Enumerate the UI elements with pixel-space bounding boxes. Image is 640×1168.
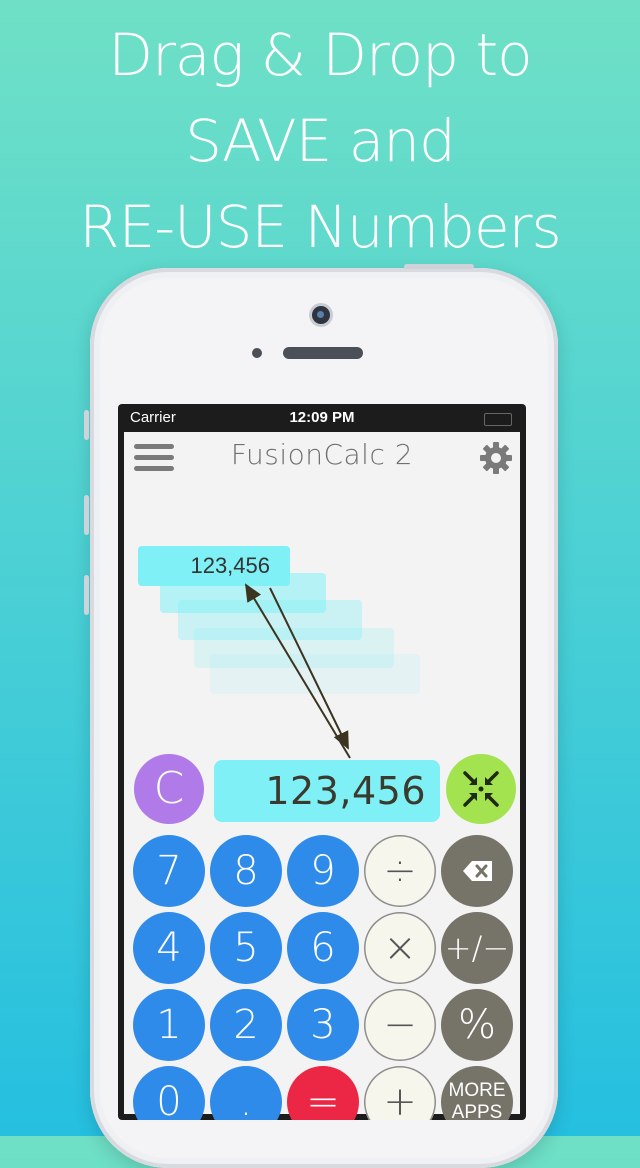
headline-line-2: SAVE and [185, 107, 456, 175]
nav-bar: FusionCalc 2 [124, 432, 520, 488]
earpiece-speaker [283, 347, 363, 359]
more-apps-line-2: APPS [451, 1102, 503, 1120]
backspace-button[interactable] [441, 835, 513, 907]
mute-switch [84, 410, 89, 440]
calculator-display[interactable]: 123,456 [214, 760, 440, 822]
key-plus[interactable]: + [364, 1066, 436, 1120]
more-apps-button[interactable]: MORE APPS [441, 1066, 513, 1120]
proximity-sensor [252, 348, 262, 358]
key-divide[interactable]: ÷ [364, 835, 436, 907]
fusion-icon [463, 771, 499, 807]
battery-icon [484, 413, 512, 426]
key-equals[interactable]: = [287, 1066, 359, 1120]
key-decimal[interactable]: . [210, 1066, 282, 1120]
key-8[interactable]: 8 [210, 835, 282, 907]
phone-screen: Carrier 12:09 PM FusionCalc 2 123,456 C … [118, 404, 526, 1120]
status-time: 12:09 PM [289, 409, 355, 426]
key-3[interactable]: 3 [287, 989, 359, 1061]
clear-button[interactable]: C [134, 754, 204, 824]
front-camera [312, 306, 330, 324]
key-minus[interactable]: − [364, 989, 436, 1061]
volume-up-button [84, 495, 89, 535]
app-title: FusionCalc 2 [230, 438, 414, 471]
history-slot-top[interactable]: 123,456 [138, 546, 290, 586]
more-apps-line-1: MORE [448, 1080, 506, 1101]
key-0[interactable]: 0 [133, 1066, 205, 1120]
key-4[interactable]: 4 [133, 912, 205, 984]
headline-line-3: RE-USE Numbers [79, 193, 561, 261]
volume-down-button [84, 575, 89, 615]
history-value: 123,456 [190, 553, 270, 578]
power-button [404, 264, 474, 269]
key-6[interactable]: 6 [287, 912, 359, 984]
fusion-button[interactable] [446, 754, 516, 824]
key-1[interactable]: 1 [133, 989, 205, 1061]
key-2[interactable]: 2 [210, 989, 282, 1061]
key-9[interactable]: 9 [287, 835, 359, 907]
gear-icon[interactable] [478, 440, 514, 476]
backspace-icon [463, 861, 492, 881]
key-plus-minus[interactable]: +/− [441, 912, 513, 984]
key-7[interactable]: 7 [133, 835, 205, 907]
status-bar: Carrier 12:09 PM [118, 404, 526, 432]
calculator-app: FusionCalc 2 123,456 C 123,456 7 8 9 ÷ 4… [124, 432, 520, 1120]
key-percent[interactable]: % [441, 989, 513, 1061]
key-5[interactable]: 5 [210, 912, 282, 984]
headline: Drag & Drop to SAVE and RE-USE Numbers [0, 12, 640, 270]
key-multiply[interactable]: × [364, 912, 436, 984]
headline-line-1: Drag & Drop to [108, 21, 532, 89]
